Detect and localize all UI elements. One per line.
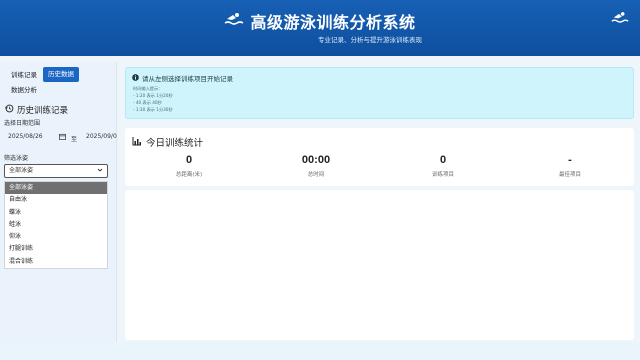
stats-head: 今日训练统计 (132, 135, 203, 149)
stat-label: 训练项目 (431, 172, 454, 178)
stat-best-item: - 最佳项目 (525, 154, 615, 178)
section-title-text: 历史训练记录 (17, 106, 69, 116)
app-title: 高级游泳训练分析系统 (250, 13, 416, 32)
alert-line: - 1:30 表示 1分30秒 (133, 107, 173, 112)
date-start-input[interactable]: 2025/08/26 (8, 131, 66, 143)
title-row: 高级游泳训练分析系统 (0, 9, 640, 33)
date-end-input[interactable]: 2025/09/02 (86, 131, 117, 143)
stroke-select-value: 全部泳姿 (9, 167, 34, 174)
alert-head: 请从左侧选择训练项目开始记录 (132, 73, 233, 83)
stat-value: 00:00 (301, 154, 331, 166)
stats-title: 今日训练统计 (146, 138, 204, 149)
stroke-option-backstroke[interactable]: 仰泳 (5, 231, 107, 243)
today-stats-card: 今日训练统计 0 总距离(米) 00:00 总时间 0 训练项目 - 最佳项目 (125, 128, 634, 186)
app-subtitle: 专业记录、分析与提升游泳训练表现 (318, 36, 422, 44)
stroke-option-breaststroke[interactable]: 蛙泳 (5, 219, 107, 231)
stat-label: 最佳项目 (558, 172, 581, 178)
stat-total-time: 00:00 总时间 (271, 154, 361, 178)
stroke-filter-label: 筛选泳姿 (4, 155, 29, 162)
alert-title: 请从左侧选择训练项目开始记录 (142, 75, 233, 83)
date-start-value: 2025/08/26 (8, 133, 43, 140)
sidebar: 训练记录 历史数据 数据分析 历史训练记录 选择日期范围 2025/08/26 … (0, 62, 117, 360)
swimmer-icon[interactable] (611, 11, 629, 29)
stroke-option-freestyle[interactable]: 自由泳 (5, 194, 107, 206)
stroke-option-kick[interactable]: 打腿训练 (5, 243, 107, 255)
bar-chart-icon (132, 136, 142, 149)
footer-strip (0, 342, 640, 360)
alert-line: - 40 表示 40秒 (133, 100, 162, 105)
info-icon (132, 73, 139, 83)
stat-label: 总距离(米) (175, 172, 203, 178)
alert-line: 时间输入提示： (133, 86, 163, 91)
section-title: 历史训练记录 (5, 104, 68, 116)
date-separator: 至 (71, 136, 78, 143)
stroke-option-all[interactable]: 全部泳姿 (5, 182, 107, 195)
stat-value: 0 (185, 154, 193, 166)
tab-history-data[interactable]: 历史数据 (43, 67, 79, 82)
app-header: 高级游泳训练分析系统 专业记录、分析与提升游泳训练表现 (0, 0, 640, 56)
stroke-option-mixed[interactable]: 混合训练 (5, 256, 107, 268)
tab-data-analysis[interactable]: 数据分析 (7, 83, 41, 97)
content-panel (125, 190, 634, 340)
chevron-down-icon (97, 166, 103, 178)
stat-value: - (568, 154, 572, 166)
stat-training-items: 0 训练项目 (398, 154, 488, 178)
swimmer-icon (224, 12, 244, 31)
stroke-option-butterfly[interactable]: 蝶泳 (5, 207, 107, 219)
date-range-label: 选择日期范围 (4, 120, 41, 127)
stat-value: 0 (439, 154, 447, 166)
stroke-dropdown: 全部泳姿 自由泳 蝶泳 蛙泳 仰泳 打腿训练 混合训练 (4, 181, 108, 270)
date-end-value: 2025/09/02 (86, 133, 117, 140)
info-alert: 请从左侧选择训练项目开始记录 时间输入提示： - 1:20 表示 1分20秒 -… (125, 67, 634, 119)
stroke-select[interactable]: 全部泳姿 (4, 164, 108, 178)
alert-line: - 1:20 表示 1分20秒 (133, 93, 173, 98)
stat-total-distance: 0 总距离(米) (144, 154, 234, 178)
tab-training-record[interactable]: 训练记录 (7, 68, 41, 82)
calendar-icon[interactable] (59, 131, 66, 145)
history-icon (5, 104, 14, 116)
stat-label: 总时间 (307, 172, 325, 178)
